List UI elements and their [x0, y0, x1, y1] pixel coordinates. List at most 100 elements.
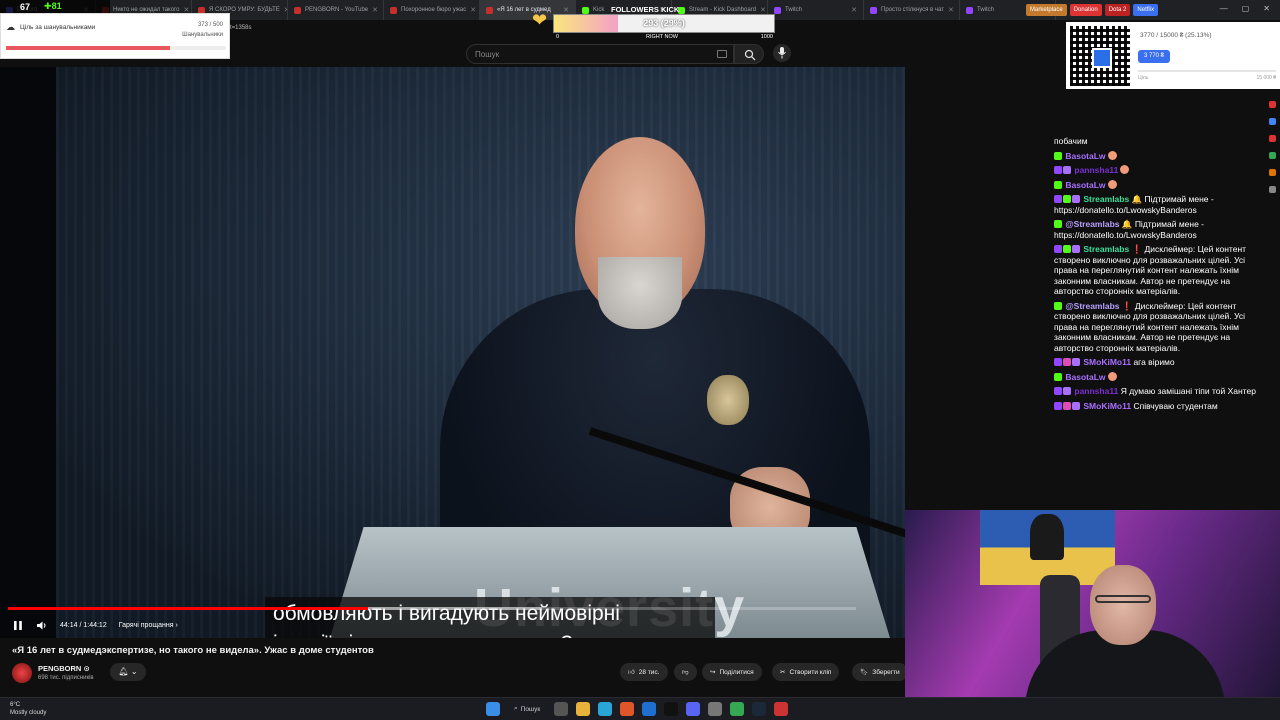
browser-tab[interactable]: Просто стілкнуся в чат ✕	[864, 0, 960, 20]
browser-tab[interactable]: Twitch ✕	[768, 0, 864, 20]
chat-badge-icon	[1054, 195, 1062, 203]
chat-username[interactable]: @Streamlabs	[1065, 301, 1119, 311]
goal-progress-bar	[6, 46, 226, 50]
chrome-icon[interactable]	[730, 702, 745, 716]
file-explorer-icon[interactable]	[576, 702, 591, 716]
heart-icon: ❤	[532, 10, 548, 30]
extension-icon[interactable]	[1268, 152, 1276, 159]
volume-icon[interactable]	[36, 619, 48, 631]
weather-widget[interactable]: 6°C Mostly cloudy	[10, 701, 46, 717]
channel-name[interactable]: PENGBORN ⊙	[38, 664, 90, 673]
edge-icon[interactable]	[598, 702, 613, 716]
bookmark-icon: 🔖︎	[860, 669, 869, 676]
close-icon[interactable]: ✕	[372, 6, 378, 14]
keyboard-icon[interactable]	[717, 50, 727, 58]
chat-username[interactable]: Streamlabs	[1083, 244, 1129, 254]
chat-username[interactable]: BasotaLw	[1065, 180, 1105, 190]
browser-tab[interactable]: Похоронное бюро ужас ✕	[384, 0, 480, 20]
chat-badge-icon	[1063, 401, 1071, 410]
bookmark-item[interactable]: Marketplace	[1026, 4, 1067, 16]
search-button[interactable]	[734, 44, 764, 64]
police-badge	[707, 375, 749, 425]
chat-badge-icon	[1054, 301, 1062, 310]
clip-label: Створити кліп	[789, 668, 832, 676]
extension-icon[interactable]	[1268, 118, 1276, 125]
obs-icon[interactable]	[664, 702, 679, 716]
search-input[interactable]: Пошук	[466, 44, 734, 64]
extension-icon[interactable]	[1268, 186, 1276, 193]
donation-max-label: 15 000 ₴	[1256, 75, 1276, 81]
tab-label: PENGBORN - YouTube	[305, 7, 369, 13]
share-button[interactable]: ↪ Поділитися	[702, 663, 762, 681]
chat-badge-icon	[1072, 245, 1080, 253]
goal-count-value: 373 / 500	[197, 22, 223, 28]
chat-username[interactable]: pannsha11	[1074, 165, 1118, 175]
chat-message: @Streamlabs ❗ Дисклеймер: Цей контент ст…	[1054, 301, 1266, 354]
chat-text: побачим	[1054, 136, 1088, 146]
dislike-button[interactable]: 👎︎	[674, 663, 697, 681]
browser-icon[interactable]	[642, 702, 657, 716]
notification-bell-button[interactable]: 🔔︎ ⌄	[110, 663, 146, 681]
like-button[interactable]: 👍︎ 28 тис.	[620, 663, 668, 681]
chat-badge-icon	[1054, 358, 1062, 366]
chat-message: BasotaLw	[1054, 150, 1266, 162]
video-player[interactable]: University обмовляють і вигадують неймов…	[0, 67, 905, 638]
save-button[interactable]: 🔖︎ Зберегти	[852, 663, 908, 681]
streamer-head	[1090, 565, 1156, 645]
hud-right-value: 81	[51, 1, 62, 11]
flag-emblem	[1030, 514, 1064, 560]
clip-button[interactable]: ✂ Створити кліп	[772, 663, 840, 681]
taskbar-search[interactable]: ⌕ Пошук	[508, 705, 546, 713]
close-icon[interactable]: ✕	[851, 6, 857, 14]
close-icon[interactable]: ✕	[1263, 4, 1270, 13]
taskbar-icons: ⌕ Пошук	[486, 702, 789, 716]
chat-badge-icon	[1054, 387, 1062, 395]
chat-username[interactable]: SMoKiMo11	[1083, 401, 1131, 411]
firefox-icon[interactable]	[620, 702, 635, 716]
hud-counters: 67 ✚81	[0, 0, 110, 13]
close-icon[interactable]: ✕	[470, 6, 476, 14]
bookmark-item[interactable]: Dota 2	[1104, 4, 1131, 16]
chat-message: pannsha11	[1054, 165, 1266, 176]
browser-tab[interactable]: PENGBORN - YouTube ✕	[288, 0, 384, 20]
chat-message: SMoKiMo11 ага віримо	[1054, 357, 1266, 368]
chat-badge-icon	[1054, 166, 1062, 174]
steam-icon[interactable]	[752, 702, 767, 716]
chat-username[interactable]: Streamlabs	[1083, 194, 1129, 204]
minimize-icon[interactable]: —	[1220, 4, 1228, 13]
start-icon[interactable]	[486, 702, 500, 716]
app-icon[interactable]	[708, 702, 723, 716]
extension-icon[interactable]	[1268, 101, 1276, 108]
video-progress-bar[interactable]	[8, 607, 856, 610]
chat-username[interactable]: BasotaLw	[1065, 372, 1105, 382]
chat-username[interactable]: BasotaLw	[1065, 151, 1105, 161]
followers-label: FOLLOWERS KICK	[611, 5, 680, 14]
voice-search-button[interactable]	[773, 44, 791, 62]
qr-code	[1070, 26, 1130, 86]
chapter-label[interactable]: Гарячі прощання ›	[119, 622, 178, 629]
maximize-icon[interactable]: ▢	[1242, 4, 1250, 13]
followers-mid: RIGHT NOW	[646, 34, 678, 40]
emote-icon	[1107, 179, 1117, 189]
chat-badge-icon	[1063, 387, 1071, 395]
extension-icon[interactable]	[1268, 135, 1276, 142]
pause-icon[interactable]	[12, 619, 24, 631]
webcam-overlay	[905, 510, 1280, 697]
task-view-icon[interactable]	[554, 702, 569, 716]
chat-username[interactable]: @Streamlabs	[1065, 219, 1119, 229]
chat-badge-icon	[1054, 220, 1062, 228]
close-icon[interactable]: ✕	[948, 6, 954, 14]
subscriber-count: 698 тис. підписників	[38, 675, 94, 681]
discord-icon[interactable]	[686, 702, 701, 716]
thumbs-down-icon: 👎︎	[682, 669, 689, 676]
weather-desc: Mostly cloudy	[10, 710, 47, 716]
tab-favicon	[966, 6, 973, 14]
chat-username[interactable]: pannsha11	[1074, 386, 1118, 396]
extension-icon[interactable]	[1268, 169, 1276, 176]
app-icon[interactable]	[774, 702, 789, 716]
chat-message: Streamlabs ❗ Дисклеймер: Цей контент ств…	[1054, 244, 1266, 297]
channel-avatar[interactable]	[12, 663, 32, 683]
chat-username[interactable]: SMoKiMo11	[1083, 357, 1131, 367]
bookmark-item[interactable]: Donation	[1069, 4, 1102, 16]
bookmark-item[interactable]: Netflix	[1133, 4, 1159, 16]
